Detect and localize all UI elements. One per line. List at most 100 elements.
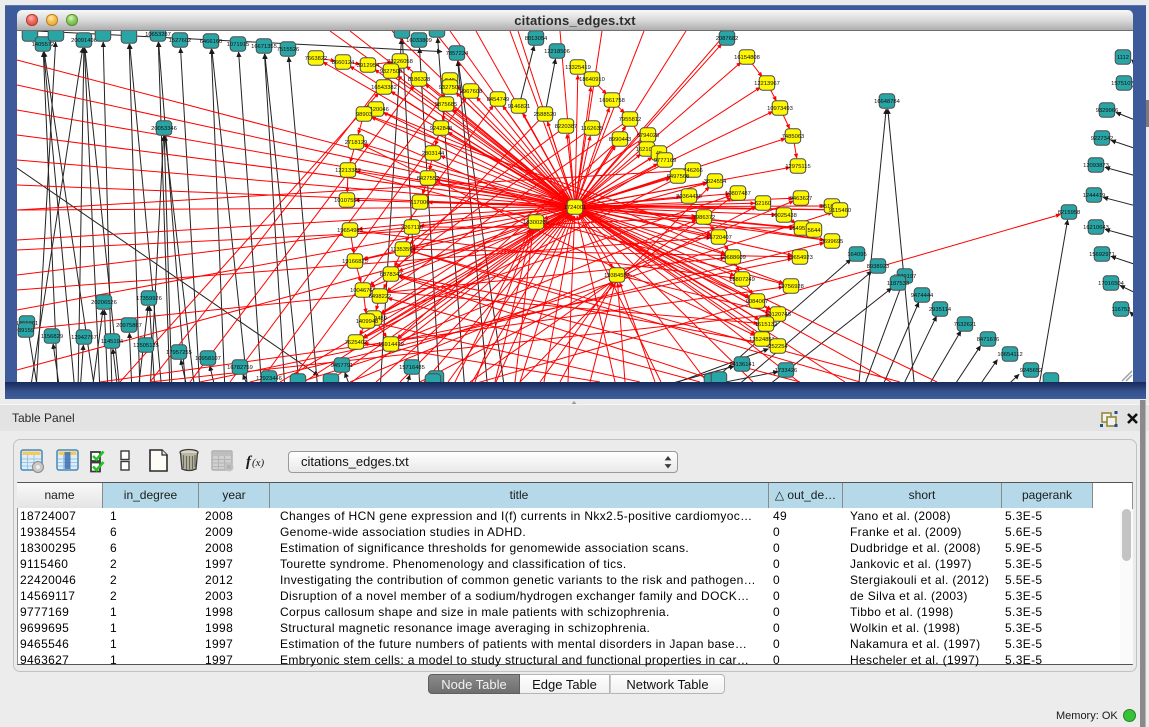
svg-text:19756928: 19756928 [778,284,804,290]
svg-text:2803144: 2803144 [422,151,445,157]
svg-text:2087682: 2087682 [716,36,739,42]
svg-text:10973493: 10973493 [767,106,793,112]
svg-text:2935114: 2935114 [929,307,952,313]
svg-text:16543382: 16543382 [371,85,397,91]
svg-text:9474444: 9474444 [911,293,934,299]
svg-text:8454749: 8454749 [487,97,510,103]
svg-text:16782759: 16782759 [227,365,253,371]
svg-text:12975115: 12975115 [785,164,810,170]
svg-text:8427552: 8427552 [417,176,440,182]
svg-text:2588520: 2588520 [534,112,557,118]
svg-text:7663822: 7663822 [305,56,328,62]
svg-text:1409948: 1409948 [356,319,379,325]
svg-text:3824554: 3824554 [704,179,727,185]
svg-text:3912954: 3912954 [357,63,380,69]
svg-text:10688609: 10688609 [720,255,746,261]
svg-text:1405572: 1405572 [32,42,55,48]
svg-text:1071915: 1071915 [227,42,250,48]
svg-text:20053346: 20053346 [151,126,177,132]
svg-text:12213382: 12213382 [335,168,361,174]
svg-text:1162635: 1162635 [581,126,603,132]
svg-text:(x): (x) [252,457,265,469]
svg-text:16671355: 16671355 [251,44,277,50]
svg-text:7485063: 7485063 [782,134,805,140]
svg-text:17359926: 17359926 [136,296,162,302]
svg-text:19654923: 19654923 [787,255,813,261]
svg-text:12213967: 12213967 [754,81,780,87]
svg-text:9115460: 9115460 [829,208,851,214]
svg-text:6497568: 6497568 [667,174,690,180]
svg-text:5875685: 5875685 [435,102,458,108]
svg-text:116753: 116753 [1112,307,1131,313]
svg-text:9084067: 9084067 [746,299,769,305]
svg-text:8215958: 8215958 [1058,210,1081,216]
svg-text:98903: 98903 [356,112,372,118]
svg-text:2718129: 2718129 [345,140,368,146]
svg-text:13325419: 13325419 [565,65,591,71]
svg-text:18807249: 18807249 [729,277,755,283]
svg-text:1145194: 1145194 [101,339,124,345]
svg-text:20206526: 20206526 [91,300,117,306]
svg-text:1527602: 1527602 [169,38,192,44]
svg-text:16648784: 16648784 [874,99,901,105]
svg-text:6466160: 6466160 [200,39,223,45]
svg-text:8471676: 8471676 [977,337,1000,343]
svg-text:1244419: 1244419 [1083,193,1106,199]
svg-text:7632621: 7632621 [954,322,977,328]
svg-text:11353594: 11353594 [390,247,416,253]
svg-text:62160: 62160 [755,201,771,207]
svg-text:252254: 252254 [768,344,788,350]
svg-text:19654983: 19654983 [337,228,363,234]
svg-text:1615132: 1615132 [755,322,778,328]
svg-text:8660124: 8660124 [332,60,355,66]
svg-text:12923446: 12923446 [256,376,282,382]
svg-text:19384554: 19384554 [604,273,631,279]
svg-text:1156829: 1156829 [41,334,63,340]
svg-text:12093873: 12093873 [1083,163,1109,169]
svg-text:10107554: 10107554 [334,198,361,204]
svg-text:3267110: 3267110 [401,225,423,231]
svg-text:16914479: 16914479 [378,342,404,348]
svg-text:8938923: 8938923 [867,264,890,270]
svg-text:17957255: 17957255 [166,350,192,356]
svg-text:15716485: 15716485 [399,365,425,371]
svg-text:8813054: 8813054 [525,36,548,42]
svg-text:20091406: 20091406 [71,38,97,44]
svg-text:14136141: 14136141 [729,362,755,368]
svg-text:9242848: 9242848 [430,126,453,132]
svg-text:16961758: 16961758 [599,98,625,104]
svg-text:7857224: 7857224 [446,51,469,57]
svg-text:12218506: 12218506 [544,49,570,55]
svg-text:1187533: 1187533 [887,281,909,287]
svg-text:7625402: 7625402 [345,340,368,346]
svg-text:8878342: 8878342 [380,272,403,278]
svg-text:15720407: 15720407 [706,235,732,241]
svg-text:9699695: 9699695 [821,239,844,245]
svg-text:10958107: 10958107 [195,356,221,362]
svg-text:18640910: 18640910 [579,77,605,83]
svg-text:9227342: 9227342 [1091,136,1114,142]
svg-text:164095: 164095 [847,252,866,258]
svg-text:12505135: 12505135 [133,343,159,349]
svg-text:1112: 1112 [1117,55,1129,61]
svg-text:5498222: 5498222 [369,294,392,300]
svg-text:8186328: 8186328 [408,77,431,83]
svg-text:1733426: 1733426 [775,368,798,374]
svg-text:9245652: 9245652 [1020,368,1043,374]
svg-text:19166825: 19166825 [342,259,368,265]
svg-text:18300295: 18300295 [523,220,549,226]
svg-text:6794028: 6794028 [637,133,660,139]
svg-text:20364436: 20364436 [676,194,702,200]
svg-text:7955812: 7955812 [619,117,642,123]
svg-text:9327509: 9327509 [380,69,403,75]
svg-text:117006: 117006 [411,200,430,206]
svg-text:9329966: 9329966 [1096,108,1119,114]
svg-text:2967608: 2967608 [460,89,483,95]
svg-text:15692971: 15692971 [1089,252,1115,258]
svg-text:16154808: 16154808 [734,55,760,61]
svg-text:17016504: 17016504 [1098,281,1125,287]
svg-text:9777169: 9777169 [654,158,677,164]
svg-text:10654112: 10654112 [997,352,1022,358]
svg-text:16210643: 16210643 [1083,225,1109,231]
svg-text:10025438: 10025438 [771,213,797,219]
